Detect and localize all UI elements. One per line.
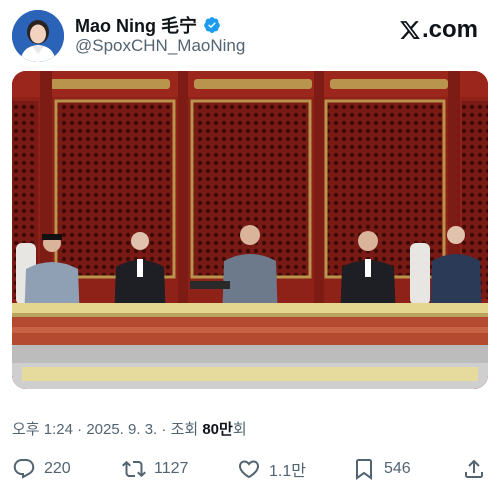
reply-icon bbox=[13, 459, 35, 479]
author-avatar[interactable] bbox=[12, 10, 64, 62]
reply-count: 220 bbox=[44, 460, 71, 477]
post-metadata: 오후 1:24 · 2025. 9. 3. · 조회 80만회 bbox=[12, 418, 247, 439]
verified-badge-icon bbox=[204, 17, 220, 33]
author-name-row: Mao Ning 毛宁 bbox=[75, 12, 221, 38]
meta-separator: · bbox=[157, 421, 171, 438]
meta-separator: · bbox=[72, 421, 87, 438]
x-com-logo: .com bbox=[399, 16, 478, 44]
action-bar: 220 1127 1.1만 546 bbox=[0, 457, 500, 487]
bookmark-button[interactable]: 546 bbox=[352, 457, 411, 481]
views-count: 80만 bbox=[202, 421, 233, 438]
logo-text: .com bbox=[421, 16, 478, 43]
like-button[interactable]: 1.1만 bbox=[237, 457, 306, 481]
author-display-name[interactable]: Mao Ning 毛宁 bbox=[75, 12, 197, 38]
x-logo-icon bbox=[400, 21, 420, 39]
views-label-suffix: 회 bbox=[232, 421, 247, 438]
post-image[interactable] bbox=[12, 71, 488, 389]
share-button[interactable] bbox=[462, 457, 486, 481]
photo-scene bbox=[12, 71, 488, 389]
like-count: 1.1만 bbox=[269, 463, 306, 480]
repost-icon bbox=[122, 460, 146, 478]
reply-button[interactable]: 220 bbox=[12, 457, 71, 481]
repost-button[interactable]: 1127 bbox=[122, 457, 188, 481]
views-label-prefix: 조회 bbox=[170, 421, 203, 438]
post-header: Mao Ning 毛宁 @SpoxCHN_MaoNing .com bbox=[0, 0, 500, 66]
bookmark-icon bbox=[356, 459, 372, 480]
share-icon bbox=[465, 459, 483, 478]
repost-count: 1127 bbox=[154, 460, 189, 477]
post-time[interactable]: 오후 1:24 bbox=[12, 421, 73, 438]
heart-icon bbox=[238, 460, 260, 479]
bookmark-count: 546 bbox=[384, 460, 411, 477]
post-date[interactable]: 2025. 9. 3. bbox=[86, 421, 157, 438]
author-handle[interactable]: @SpoxCHN_MaoNing bbox=[75, 36, 245, 56]
